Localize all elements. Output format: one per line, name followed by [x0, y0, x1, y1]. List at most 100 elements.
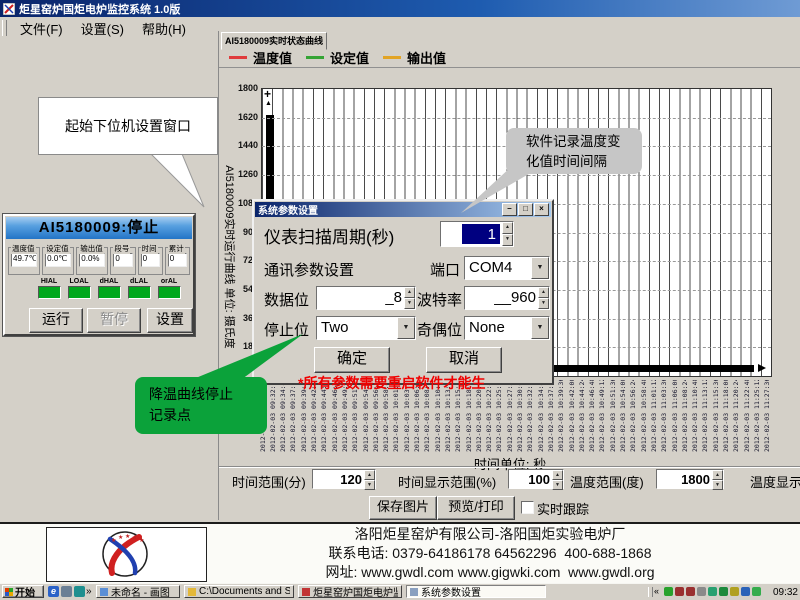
v-scroll-thumb-icon[interactable]: ▲ — [265, 100, 272, 107]
databits-spinner[interactable]: _8 ▲▼ — [316, 286, 416, 310]
time-display-range-spinner[interactable]: 100 ▲▼ — [508, 469, 564, 489]
app-window: 炬星窑炉国炬电炉监控系统 1.0版 文件(F)设置(S)帮助(H) AI5180… — [0, 0, 800, 600]
quicklaunch-overflow-chevron[interactable]: » — [86, 586, 92, 597]
svg-text:★: ★ — [125, 533, 130, 540]
show-desktop-icon[interactable] — [61, 586, 72, 597]
stopbits-select[interactable]: Two ▼ — [316, 316, 416, 340]
menu-item[interactable]: 设置(S) — [72, 17, 133, 40]
y-tick-label: 1260 — [226, 169, 258, 179]
task-button[interactable]: 系统参数设置 — [406, 585, 546, 598]
task-label: C:\Documents and Se... — [199, 586, 290, 597]
time-range-spinner[interactable]: 120 ▲▼ — [312, 469, 376, 489]
preview-print-button[interactable]: 预览/打印 — [437, 496, 515, 520]
legend-swatch — [306, 56, 324, 59]
start-button[interactable]: 开始 — [2, 585, 44, 598]
legend-label: 温度值 — [253, 48, 292, 67]
legend-swatch — [383, 56, 401, 59]
svg-text:★: ★ — [139, 537, 144, 544]
minimize-button[interactable]: – — [502, 203, 517, 216]
time-display-range-label: 时间显示范围(%) — [398, 472, 496, 491]
port-select[interactable]: COM4 ▼ — [464, 256, 550, 280]
tray-chevron[interactable]: « — [654, 586, 659, 596]
spin-up-icon[interactable]: ▲ — [364, 470, 375, 480]
callout-record-interval: 软件记录温度变化值时间间隔 — [506, 128, 642, 174]
legend-label: 输出值 — [407, 48, 446, 67]
realtime-track-checkbox[interactable] — [521, 501, 534, 514]
dropdown-arrow-icon[interactable]: ▼ — [397, 317, 415, 339]
spin-up-icon[interactable]: ▲ — [552, 470, 563, 480]
cancel-button[interactable]: 取消 — [426, 347, 502, 373]
tray-icon-4[interactable] — [697, 587, 706, 596]
parity-select[interactable]: None ▼ — [464, 316, 550, 340]
x-tick-label: 2012-02-03 10:54:00 — [619, 380, 629, 452]
temp-range-spinner[interactable]: 1800 ▲▼ — [656, 469, 724, 489]
save-image-button[interactable]: 保存图片 — [369, 496, 437, 520]
dropdown-arrow-icon[interactable]: ▼ — [531, 317, 549, 339]
tray-icon-1[interactable] — [664, 587, 673, 596]
alarm-led-label: LOAL — [68, 278, 91, 285]
scan-period-spinner[interactable]: 1 ▲▼ — [440, 221, 514, 247]
spin-down-icon[interactable]: ▼ — [502, 234, 513, 246]
parity-value: None — [465, 317, 531, 339]
task-button[interactable]: 炬星窑炉国炬电炉监... — [298, 585, 402, 598]
h-scroll-arrow-icon[interactable] — [758, 364, 766, 372]
window-titlebar: 炬星窑炉国炬电炉监控系统 1.0版 — [0, 0, 800, 17]
x-tick-label: 2012-02-03 09:34:48 — [279, 380, 289, 452]
dialog-titlebar[interactable]: 系统参数设置 – □ × — [255, 202, 551, 217]
media-player-icon[interactable] — [74, 586, 85, 597]
chart-tab[interactable]: AI5180009实时状态曲线 — [221, 32, 327, 50]
menu-item[interactable]: 帮助(H) — [133, 17, 195, 40]
spin-down-icon[interactable]: ▼ — [552, 480, 563, 490]
task-button[interactable]: C:\Documents and Se... — [184, 585, 294, 598]
stopbits-value: Two — [317, 317, 397, 339]
time-display-range-value: 100 — [509, 470, 552, 488]
alarm-led-label: HIAL — [38, 278, 61, 285]
folder-icon — [188, 588, 196, 596]
maximize-button[interactable]: □ — [518, 203, 533, 216]
spin-down-icon[interactable]: ▼ — [712, 480, 723, 490]
tray-icon-2[interactable] — [675, 587, 684, 596]
tray-icon-8[interactable] — [741, 587, 750, 596]
baud-spinner[interactable]: __960 ▲▼ — [464, 286, 550, 310]
spin-up-icon[interactable]: ▲ — [502, 222, 513, 234]
callout-cooling-stop: 降温曲线停止记录点 — [135, 377, 267, 434]
task-button[interactable]: 未命名 - 画图 — [96, 585, 180, 598]
spin-down-icon[interactable]: ▼ — [538, 298, 549, 309]
x-tick-label: 2012-02-03 11:06:00 — [671, 380, 681, 452]
spin-up-icon[interactable]: ▲ — [712, 470, 723, 480]
status-field-value: 0.0℃ — [45, 253, 71, 267]
v-zoom-plus-icon[interactable]: + — [264, 87, 271, 101]
tray-icon-5[interactable] — [708, 587, 717, 596]
x-tick-label: 2012-02-03 11:13:12 — [701, 380, 711, 452]
tray-icon-9[interactable] — [752, 587, 761, 596]
footer: ★ ★ ★ ★ ★ 洛阳炬星窑炉有限公司-洛阳国炬实验电炉厂 联系电话: 037… — [0, 522, 800, 583]
tray-icon-6[interactable] — [719, 587, 728, 596]
port-value: COM4 — [465, 257, 531, 279]
spin-up-icon[interactable]: ▲ — [538, 287, 549, 298]
run-button[interactable]: 运行 — [29, 308, 83, 333]
x-tick-label: 2012-02-03 11:10:48 — [691, 380, 701, 452]
spin-up-icon[interactable]: ▲ — [404, 287, 415, 298]
legend-item: 输出值 — [383, 48, 446, 67]
pause-button: 暂停 — [87, 308, 141, 333]
tray-grip — [648, 587, 653, 597]
temp-range-value: 1800 — [657, 470, 712, 488]
spin-down-icon[interactable]: ▼ — [404, 298, 415, 309]
system-params-dialog: 系统参数设置 – □ × 仪表扫描周期(秒) 1 ▲▼ 通讯参数设置 端口 CO… — [252, 199, 554, 385]
status-field-value: 0 — [113, 253, 132, 267]
settings-button[interactable]: 设置 — [147, 308, 193, 333]
tray-icon-3[interactable] — [686, 587, 695, 596]
dropdown-arrow-icon[interactable]: ▼ — [531, 257, 549, 279]
y-tick-label: 1440 — [226, 140, 258, 150]
tray-icon-7[interactable] — [730, 587, 739, 596]
callout-text: 降温曲线停止记录点 — [149, 384, 241, 426]
close-button[interactable]: × — [534, 203, 549, 216]
ie-icon[interactable]: e — [48, 586, 59, 597]
x-tick-label: 2012-02-03 10:49:12 — [598, 380, 608, 452]
ok-button[interactable]: 确定 — [314, 347, 390, 373]
status-field: 输出值0.0% — [76, 247, 108, 275]
spin-down-icon[interactable]: ▼ — [364, 480, 375, 490]
menu-item[interactable]: 文件(F) — [11, 17, 72, 40]
company-logo: ★ ★ ★ ★ ★ — [46, 527, 207, 582]
company-web: 网址: www.gwdl.com www.gigwki.com www.gwdl… — [195, 563, 785, 582]
